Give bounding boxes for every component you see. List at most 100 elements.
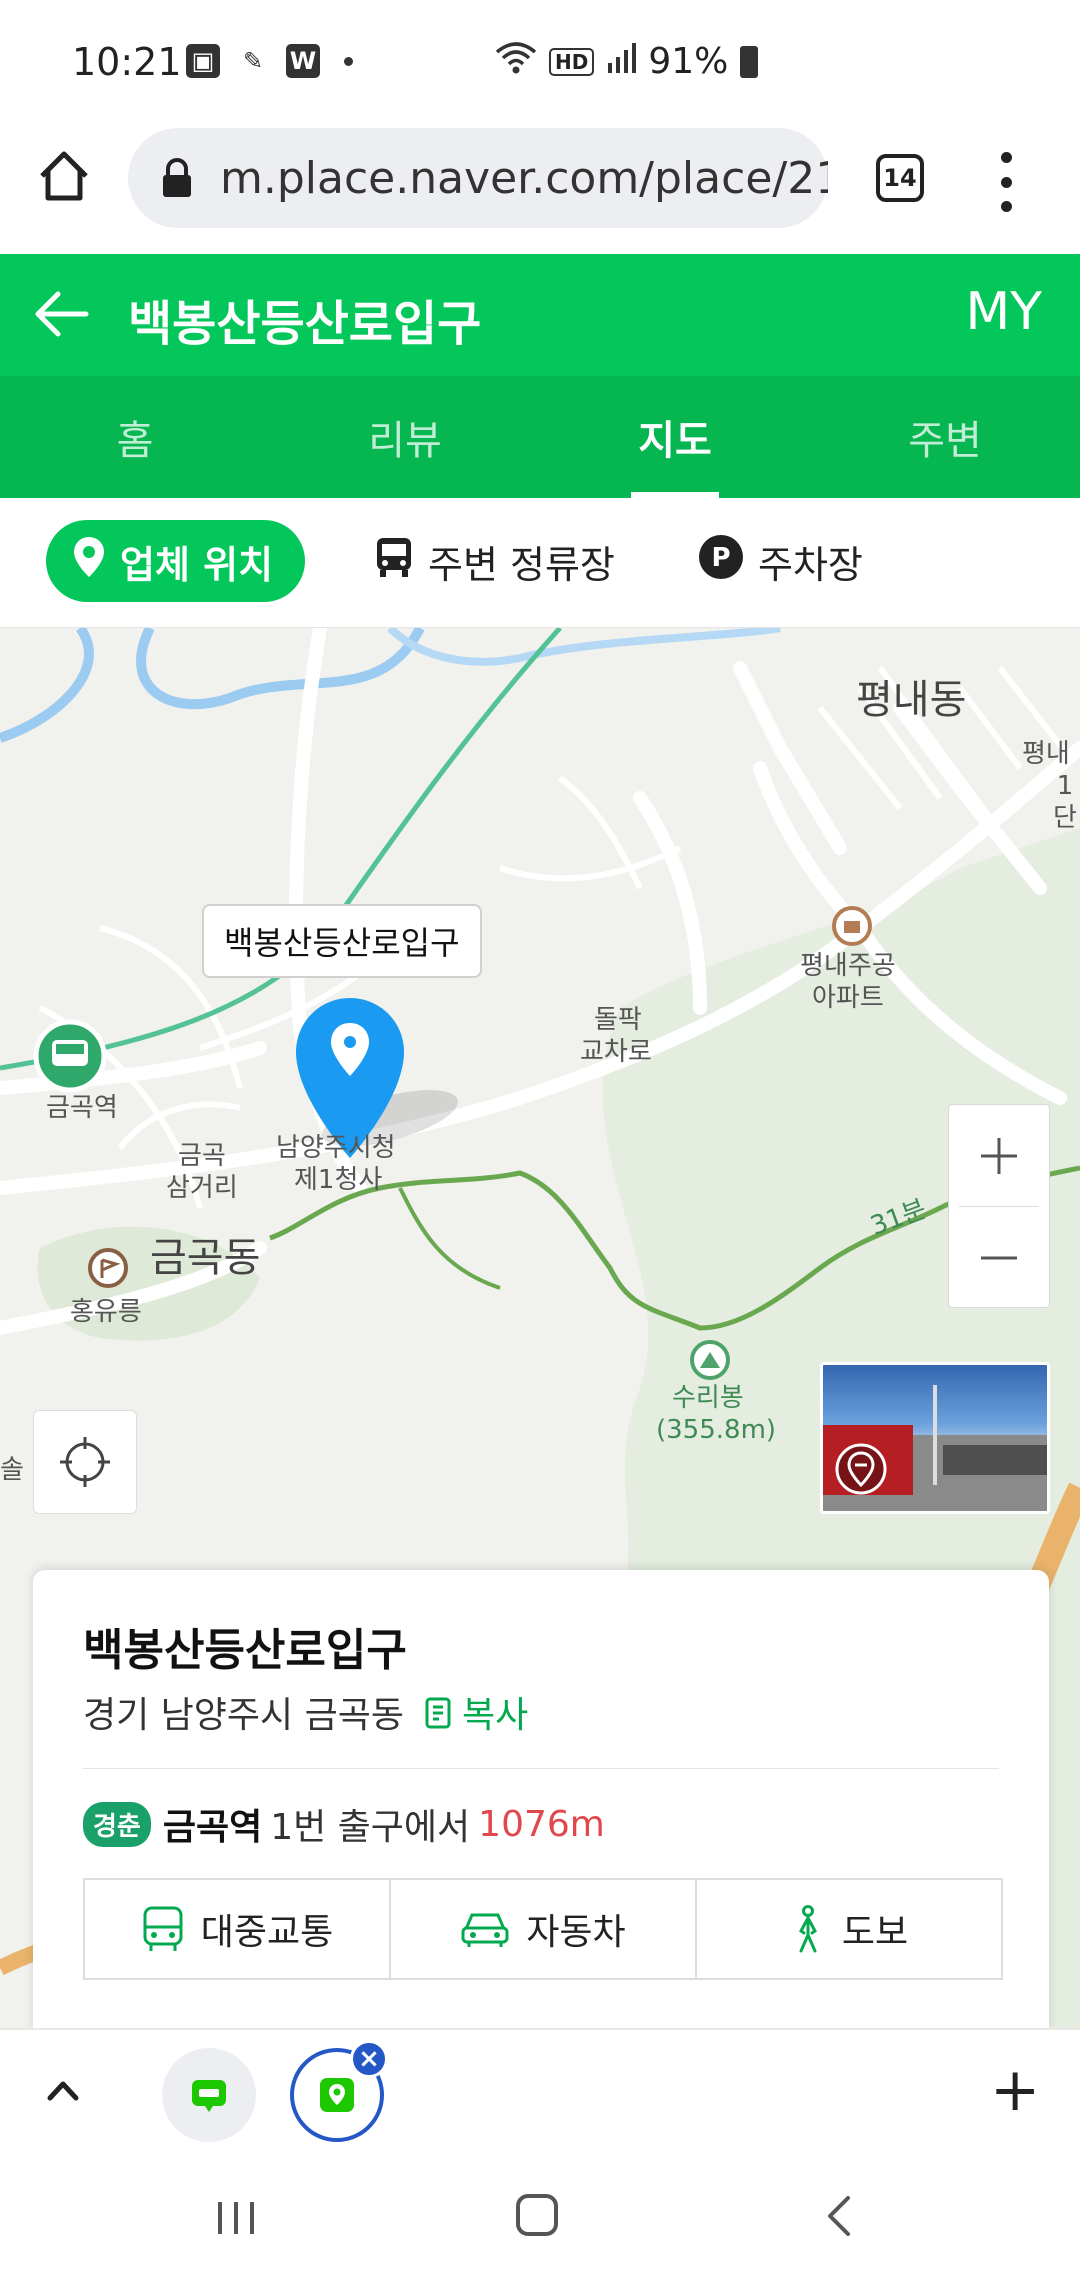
map-label: 제1청사 bbox=[294, 1165, 383, 1195]
map-place-icon bbox=[320, 2078, 354, 2112]
wifi-icon bbox=[495, 40, 537, 83]
map-label: 금곡역 bbox=[46, 1093, 118, 1123]
lock-icon bbox=[160, 158, 194, 198]
tab-nearby[interactable]: 주변 bbox=[810, 376, 1080, 498]
signal-icon bbox=[606, 41, 637, 82]
tab-map[interactable]: 지도 bbox=[540, 376, 810, 498]
current-location-button[interactable] bbox=[33, 1410, 137, 1514]
car-label: 자동차 bbox=[526, 1912, 626, 1953]
chip-parking[interactable]: P 주차장 bbox=[698, 520, 863, 602]
chip-label: 주차장 bbox=[758, 542, 863, 587]
distance: 1076m bbox=[478, 1803, 605, 1845]
transit-route-button[interactable]: 대중교통 bbox=[85, 1880, 391, 1978]
map-label: 남양주시청 bbox=[276, 1133, 396, 1163]
place-address: 경기 남양주시 금곡동 복사 bbox=[83, 1686, 528, 1738]
battery-icon bbox=[740, 45, 759, 78]
zoom-out-button[interactable] bbox=[949, 1207, 1049, 1308]
plus-icon bbox=[981, 1137, 1017, 1174]
page-title: 백봉산등산로입구 bbox=[128, 296, 482, 352]
status-time: 10:21 bbox=[72, 40, 182, 84]
copy-address-button[interactable]: 복사 bbox=[424, 1686, 528, 1738]
close-tab-icon[interactable]: × bbox=[350, 2040, 388, 2078]
map-label: 솔 bbox=[0, 1455, 24, 1485]
transit-label: 대중교통 bbox=[200, 1912, 334, 1953]
walk-route-button[interactable]: 도보 bbox=[697, 1880, 1001, 1978]
station-name: 금곡역 bbox=[162, 1807, 263, 1848]
browser-bottom-toolbar: × + bbox=[0, 2028, 1080, 2154]
exit-text: 1번 출구에서 bbox=[270, 1807, 471, 1848]
chip-business-location[interactable]: 업체 위치 bbox=[46, 520, 306, 602]
map-label: (355.8m) bbox=[656, 1415, 777, 1445]
map-label: 1단 bbox=[1053, 771, 1077, 833]
more-options-icon[interactable] bbox=[994, 152, 1018, 212]
tab-switcher-button[interactable]: 14 bbox=[876, 154, 924, 202]
map-label: 아파트 bbox=[812, 983, 884, 1013]
status-bar: 10:21 ▣ ✎ W HD 91% bbox=[0, 0, 1080, 128]
street-view-thumbnail[interactable] bbox=[820, 1362, 1050, 1514]
gallery-icon: ▣ bbox=[186, 44, 220, 78]
home-icon bbox=[40, 151, 88, 201]
minus-icon bbox=[981, 1256, 1017, 1259]
bus-icon bbox=[374, 535, 414, 588]
more-notifications-icon bbox=[344, 56, 353, 66]
bus-icon bbox=[143, 1906, 183, 1951]
map-label: 수리봉 bbox=[672, 1383, 744, 1413]
location-pin-icon bbox=[72, 535, 106, 588]
tab-home[interactable]: 홈 bbox=[0, 376, 270, 498]
place-header: 백봉산등산로입구 MY bbox=[0, 254, 1080, 376]
tab-review[interactable]: 리뷰 bbox=[270, 376, 540, 498]
place-tabs: 홈 리뷰 지도 주변 bbox=[0, 376, 1080, 498]
divider bbox=[83, 1768, 999, 1769]
chip-nearby-stops[interactable]: 주변 정류장 bbox=[374, 520, 615, 602]
chip-label: 업체 위치 bbox=[120, 542, 274, 587]
map-label: 돌팍 bbox=[594, 1005, 642, 1035]
nearest-station: 경춘 금곡역 1번 출구에서 1076m bbox=[83, 1798, 605, 1850]
copy-icon bbox=[425, 1697, 451, 1729]
map-label: 교차로 bbox=[580, 1037, 652, 1067]
map-filter-chips: 업체 위치 주변 정류장 P 주차장 bbox=[0, 498, 1080, 628]
parking-icon: P bbox=[698, 534, 744, 589]
place-info-card: 백봉산등산로입구 경기 남양주시 금곡동 복사 경춘 금곡역 1번 출구에서 1… bbox=[33, 1570, 1049, 2030]
walking-person-icon bbox=[798, 1905, 817, 1953]
browser-toolbar: m.place.naver.com/place/21 14 bbox=[0, 128, 1080, 252]
route-buttons: 대중교통 자동차 도보 bbox=[83, 1878, 1003, 1980]
chip-label: 주변 정류장 bbox=[428, 542, 615, 587]
hd-voice-icon: HD bbox=[549, 47, 595, 76]
pen-icon: ✎ bbox=[242, 47, 264, 75]
new-tab-plus-icon[interactable]: + bbox=[990, 2060, 1040, 2120]
battery-percent: 91% bbox=[648, 41, 729, 82]
home-button[interactable] bbox=[36, 148, 92, 204]
map-label: 평내 bbox=[1022, 739, 1070, 769]
system-navigation-bar bbox=[0, 2154, 1080, 2280]
zoom-in-button[interactable] bbox=[949, 1105, 1049, 1206]
svg-text:P: P bbox=[711, 543, 730, 573]
copy-label: 복사 bbox=[461, 1695, 529, 1736]
map-label: 금곡 bbox=[178, 1141, 226, 1171]
crosshair-icon bbox=[60, 1437, 110, 1487]
subway-line-badge: 경춘 bbox=[83, 1801, 151, 1847]
home-nav-icon[interactable] bbox=[516, 2194, 558, 2236]
chevron-up-icon[interactable] bbox=[46, 2070, 80, 2114]
car-route-button[interactable]: 자동차 bbox=[391, 1880, 697, 1978]
system-icons: HD 91% bbox=[495, 40, 759, 83]
my-button[interactable]: MY bbox=[965, 282, 1042, 342]
car-icon bbox=[461, 1913, 509, 1947]
zoom-controls bbox=[948, 1104, 1050, 1308]
map-label-area: 평내동 bbox=[856, 677, 967, 723]
back-nav-icon[interactable] bbox=[820, 2194, 856, 2242]
map-label: 평내주공 bbox=[800, 951, 896, 981]
place-name: 백봉산등산로입구 bbox=[83, 1625, 407, 1676]
recent-apps-icon[interactable] bbox=[214, 2196, 258, 2244]
map-label-area: 금곡동 bbox=[150, 1235, 261, 1281]
map-label: 홍유릉 bbox=[70, 1297, 142, 1327]
pin-callout[interactable]: 백봉산등산로입구 bbox=[202, 904, 482, 978]
walk-label: 도보 bbox=[841, 1912, 909, 1953]
blog-icon bbox=[192, 2080, 226, 2112]
blog-tab-button[interactable] bbox=[162, 2048, 256, 2142]
url-text: m.place.naver.com/place/21 bbox=[220, 152, 828, 204]
back-arrow-icon[interactable] bbox=[30, 282, 94, 346]
address-text: 경기 남양주시 금곡동 bbox=[83, 1695, 404, 1736]
address-bar[interactable]: m.place.naver.com/place/21 bbox=[128, 128, 828, 228]
notification-icons: ▣ ✎ W bbox=[186, 44, 353, 78]
w-app-icon: W bbox=[286, 44, 320, 78]
